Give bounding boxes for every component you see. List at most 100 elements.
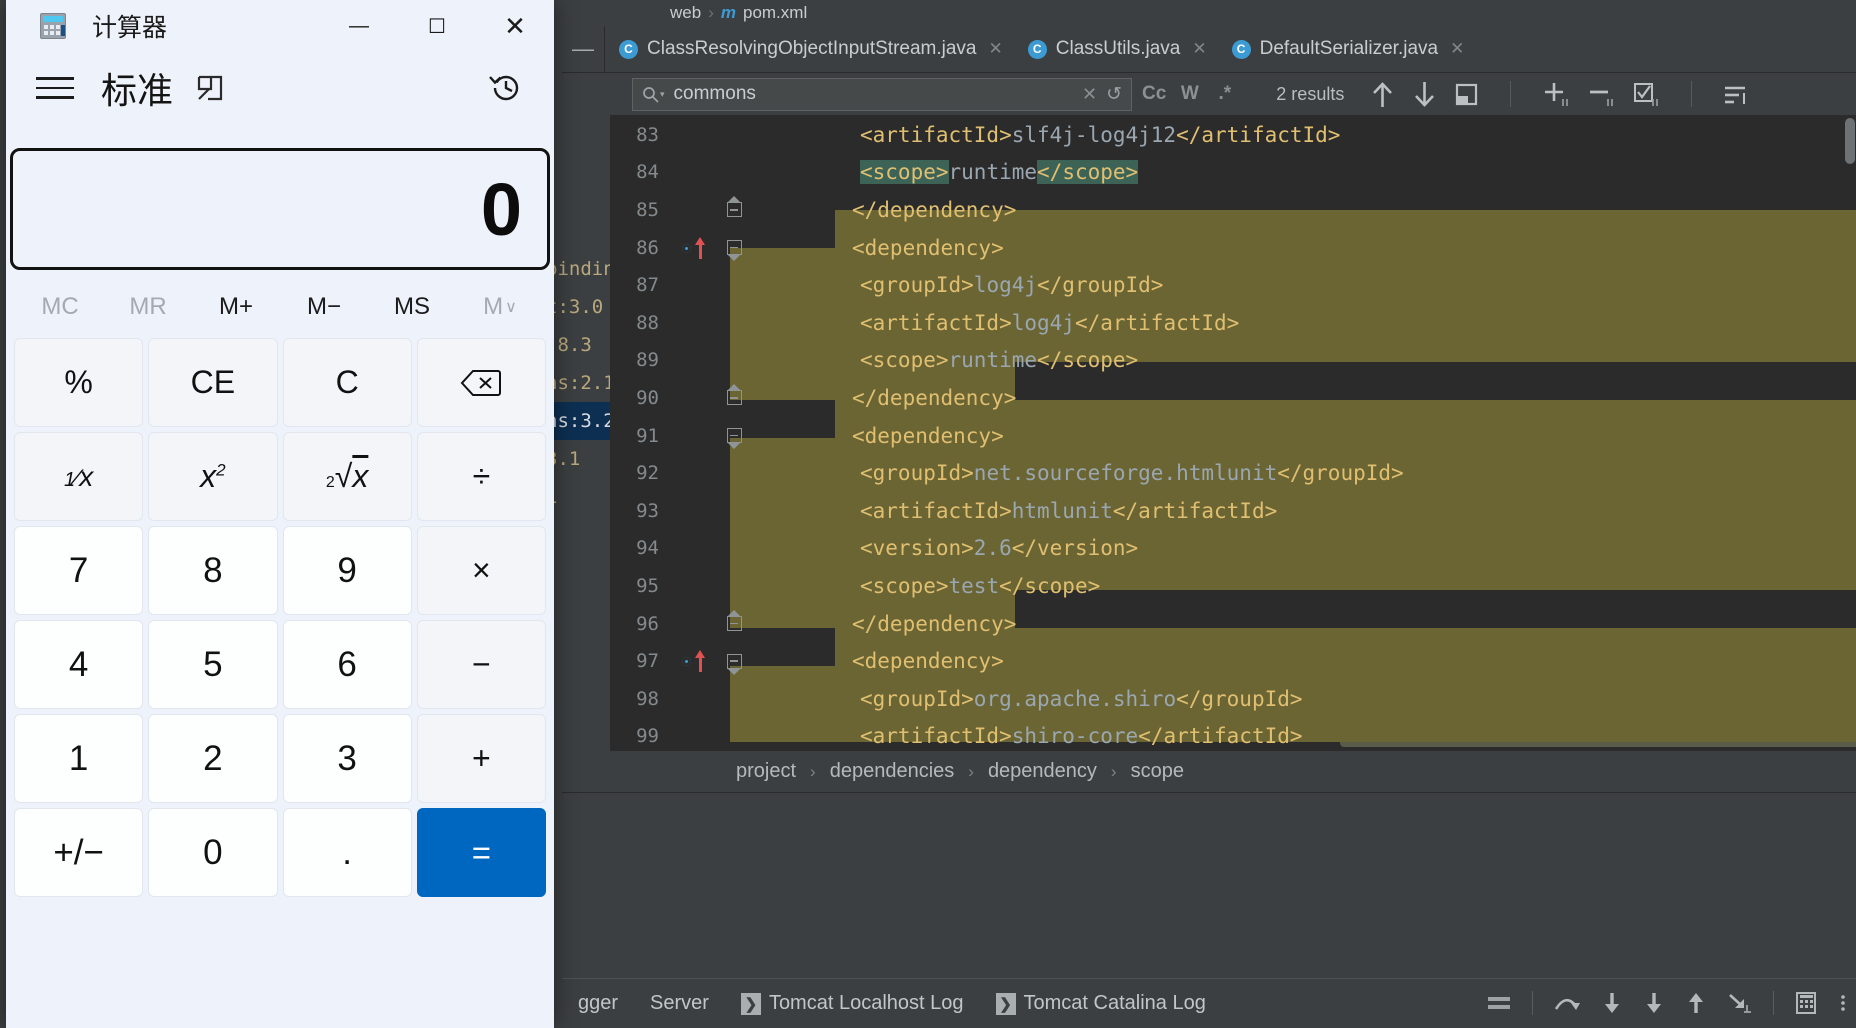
square-root-button[interactable]: 2√x bbox=[282, 432, 412, 521]
memory-add-button[interactable]: M+ bbox=[192, 282, 280, 332]
close-icon[interactable]: ✕ bbox=[1192, 39, 1206, 59]
backspace-button[interactable] bbox=[416, 338, 546, 427]
step-over-icon[interactable] bbox=[1553, 992, 1581, 1014]
add-selection-icon[interactable] bbox=[1542, 81, 1570, 108]
decimal-button[interactable]: . bbox=[282, 808, 412, 897]
editor-tab-1[interactable]: C ClassUtils.java ✕ bbox=[1014, 26, 1218, 73]
memory-subtract-button[interactable]: M− bbox=[280, 282, 368, 332]
gutter-icons[interactable] bbox=[672, 650, 720, 673]
digit-2-button[interactable]: 2 bbox=[148, 714, 278, 803]
find-previous-icon[interactable] bbox=[1370, 81, 1395, 108]
fold-region[interactable] bbox=[720, 390, 748, 406]
find-next-icon[interactable] bbox=[1412, 81, 1437, 108]
digit-9-button[interactable]: 9 bbox=[282, 526, 412, 615]
collapse-icon[interactable] bbox=[726, 616, 742, 632]
digit-5-button[interactable]: 5 bbox=[148, 620, 278, 709]
step-into-icon[interactable] bbox=[1601, 991, 1623, 1015]
close-button[interactable]: ✕ bbox=[476, 0, 554, 52]
editor-tab-2[interactable]: C DefaultSerializer.java ✕ bbox=[1218, 26, 1476, 73]
breadcrumb-module[interactable]: web bbox=[670, 3, 701, 23]
digit-3-button[interactable]: 3 bbox=[282, 714, 412, 803]
add-button[interactable]: + bbox=[416, 714, 546, 803]
regex-toggle[interactable]: .* bbox=[1209, 79, 1240, 110]
breadcrumb-item-project[interactable]: project bbox=[736, 760, 796, 783]
run-to-cursor-icon[interactable] bbox=[1727, 991, 1753, 1015]
tab-tomcat-catalina-log[interactable]: ❯ Tomcat Catalina Log bbox=[980, 992, 1222, 1015]
negate-button[interactable]: +/− bbox=[14, 808, 144, 897]
force-step-into-icon[interactable] bbox=[1643, 991, 1665, 1015]
reset-search-icon[interactable]: ↺ bbox=[1106, 83, 1122, 106]
collapse-icon[interactable] bbox=[726, 202, 742, 218]
more-icon[interactable] bbox=[1838, 991, 1848, 1015]
fold-region[interactable] bbox=[720, 240, 748, 256]
match-case-toggle[interactable]: Cc bbox=[1138, 79, 1170, 110]
divide-button[interactable]: ÷ bbox=[416, 432, 546, 521]
digit-0-button[interactable]: 0 bbox=[148, 808, 278, 897]
breadcrumb-item-scope[interactable]: scope bbox=[1131, 760, 1184, 783]
run-icon: ❯ bbox=[740, 992, 761, 1015]
toggle-selection-icon[interactable] bbox=[1632, 81, 1660, 108]
minimize-button[interactable]: — bbox=[320, 0, 398, 52]
collapse-icon[interactable] bbox=[726, 240, 742, 256]
calculator-display[interactable]: 0 bbox=[10, 148, 550, 270]
collapse-icon[interactable] bbox=[726, 428, 742, 444]
remove-selection-icon[interactable] bbox=[1587, 81, 1615, 108]
clear-search-icon[interactable]: ✕ bbox=[1082, 84, 1097, 105]
evaluate-expression-icon[interactable] bbox=[1794, 991, 1818, 1015]
fold-region[interactable] bbox=[720, 653, 748, 669]
close-icon[interactable]: ✕ bbox=[1450, 39, 1464, 59]
digit-6-button[interactable]: 6 bbox=[282, 620, 412, 709]
collapse-tabs-button[interactable]: — bbox=[562, 26, 604, 73]
words-toggle[interactable]: W bbox=[1174, 79, 1205, 110]
calculator-window[interactable]: 计算器 — ☐ ✕ 标准 0 MC MR M+ M− MS M ∨ % CE C… bbox=[6, 0, 554, 1028]
digit-8-button[interactable]: 8 bbox=[148, 526, 278, 615]
breadcrumb-item-dependencies[interactable]: dependencies bbox=[830, 760, 955, 783]
clear-entry-button[interactable]: CE bbox=[148, 338, 278, 427]
collapse-icon[interactable] bbox=[726, 390, 742, 406]
reciprocal-button[interactable]: 1 ⁄ x bbox=[14, 432, 144, 521]
filter-results-icon[interactable] bbox=[1723, 82, 1749, 107]
editor-tab-0[interactable]: C ClassResolvingObjectInputStream.java ✕ bbox=[605, 26, 1014, 73]
calculator-header: 标准 bbox=[6, 52, 554, 124]
code-line[interactable]: 83 <artifactId>slf4j-log4j12</artifactId… bbox=[610, 116, 1856, 154]
breadcrumb-item-dependency[interactable]: dependency bbox=[988, 760, 1097, 783]
step-out-icon[interactable] bbox=[1685, 991, 1707, 1015]
subtract-button[interactable]: − bbox=[416, 620, 546, 709]
hamburger-menu-icon[interactable] bbox=[36, 77, 74, 99]
code-line[interactable]: 84 <scope>runtime</scope> bbox=[610, 154, 1856, 192]
tab-server[interactable]: Server bbox=[634, 992, 725, 1015]
calculator-title-bar[interactable]: 计算器 — ☐ ✕ bbox=[6, 0, 554, 52]
pause-icon[interactable] bbox=[1486, 993, 1512, 1013]
maximize-button[interactable]: ☐ bbox=[398, 0, 476, 52]
memory-list-button[interactable]: M ∨ bbox=[456, 282, 544, 332]
maven-dependency-marker-icon[interactable] bbox=[679, 650, 713, 673]
chevron-down-icon[interactable]: ▾ bbox=[660, 89, 665, 100]
close-icon[interactable]: ✕ bbox=[989, 39, 1003, 59]
gutter-icons[interactable] bbox=[672, 236, 720, 259]
search-input[interactable]: ▾ commons ✕ ↺ bbox=[632, 77, 1132, 111]
search-icon[interactable]: ▾ bbox=[642, 86, 665, 103]
history-icon[interactable] bbox=[486, 68, 526, 108]
fold-region[interactable] bbox=[720, 202, 748, 218]
code-editor[interactable]: 83 <artifactId>slf4j-log4j12</artifactId… bbox=[610, 116, 1856, 751]
memory-store-button[interactable]: MS bbox=[368, 282, 456, 332]
equals-button[interactable]: = bbox=[416, 808, 546, 897]
collapse-icon[interactable] bbox=[726, 653, 742, 669]
memory-recall-button[interactable]: MR bbox=[104, 282, 192, 332]
digit-7-button[interactable]: 7 bbox=[14, 526, 144, 615]
digit-4-button[interactable]: 4 bbox=[14, 620, 144, 709]
digit-1-button[interactable]: 1 bbox=[14, 714, 144, 803]
memory-clear-button[interactable]: MC bbox=[16, 282, 104, 332]
maven-dependency-marker-icon[interactable] bbox=[679, 236, 713, 259]
fold-region[interactable] bbox=[720, 428, 748, 444]
fold-region[interactable] bbox=[720, 616, 748, 632]
keep-on-top-icon[interactable] bbox=[195, 73, 225, 103]
tab-tomcat-localhost-log[interactable]: ❯ Tomcat Localhost Log bbox=[725, 992, 980, 1015]
select-all-occurrences-icon[interactable] bbox=[1454, 82, 1479, 107]
clear-button[interactable]: C bbox=[282, 338, 412, 427]
square-button[interactable]: x2 bbox=[148, 432, 278, 521]
tab-debugger[interactable]: gger bbox=[562, 992, 634, 1015]
multiply-button[interactable]: × bbox=[416, 526, 546, 615]
breadcrumb-file[interactable]: pom.xml bbox=[743, 3, 807, 23]
percent-button[interactable]: % bbox=[14, 338, 144, 427]
